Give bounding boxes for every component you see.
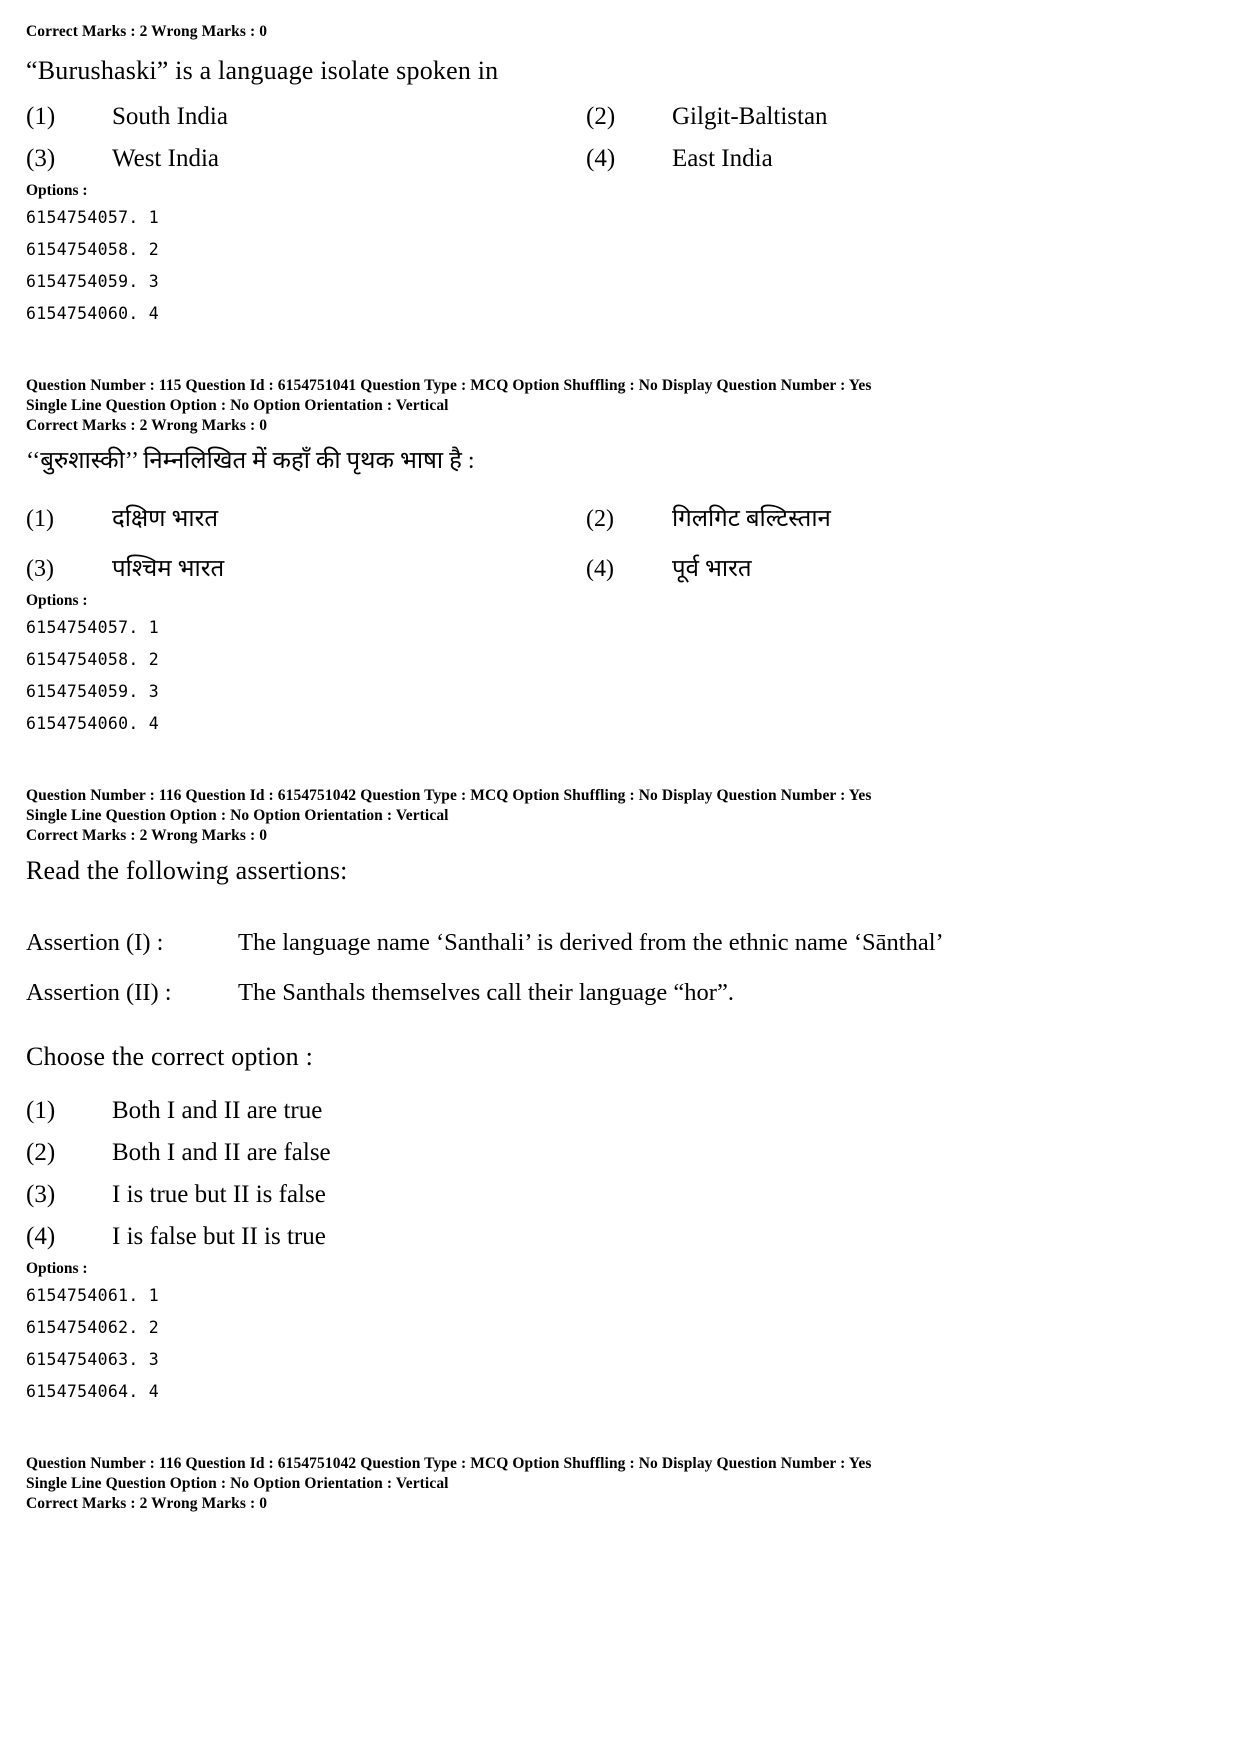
question-116-english-block: Read the following assertions: Assertion… [26,854,1214,1408]
q115-english-option-id-list: 6154754057. 1 6154754058. 2 6154754059. … [26,202,1214,330]
option-id-item: 6154754061. 1 [26,1286,160,1305]
q115-hindi-choice-2[interactable]: (2) गिलगिट बल्टिस्तान [586,502,1214,536]
assertion-2-value: The Santhals themselves call their langu… [238,979,734,1006]
question-116-metadata-footer-block: Question Number : 116 Question Id : 6154… [26,1454,1214,1514]
choice-number: (3) [26,1181,56,1208]
q116-metadata-marks-line: Correct Marks : 2 Wrong Marks : 0 [26,827,268,844]
q115-hindi-choice-3[interactable]: (3) पश्चिम भारत [26,552,586,586]
option-id-item: 6154754062. 2 [26,1318,160,1337]
option-id-item: 6154754057. 1 [26,618,160,637]
choice-label: गिलगिट बल्टिस्तान [672,506,831,532]
question-115-english-block: Correct Marks : 2 Wrong Marks : 0 “Burus… [26,22,1214,330]
q115-english-options-heading: Options : [26,182,88,199]
q116-choice-4[interactable]: (4) I is false but II is true [26,1220,586,1254]
q115-metadata-line-2: Single Line Question Option : No Option … [26,397,449,414]
q115-english-choice-row-2: (3) West India (4) East India [26,142,1214,176]
choice-label: Both I and II are false [112,1139,331,1166]
choice-number: (4) [26,1223,56,1250]
q116-option-id-list: 6154754061. 1 6154754062. 2 6154754063. … [26,1280,1214,1408]
choice-label: पश्चिम भारत [112,556,225,582]
q115-metadata-line-1: Question Number : 115 Question Id : 6154… [26,377,872,394]
q115-hindi-options-heading: Options : [26,592,88,609]
choice-label: Both I and II are true [112,1097,323,1124]
option-id-item: 6154754058. 2 [26,240,160,259]
choice-number: (3) [26,145,56,172]
q116-footer-marks-line: Correct Marks : 2 Wrong Marks : 0 [26,1495,268,1512]
option-id-item: 6154754060. 4 [26,714,160,733]
q116-assertion-1-row: Assertion (I) : The language name ‘Santh… [26,926,1214,960]
q115-english-marks-line: Correct Marks : 2 Wrong Marks : 0 [26,23,268,40]
q116-footer-metadata-line-1: Question Number : 116 Question Id : 6154… [26,1455,872,1472]
choice-number: (1) [26,506,54,532]
q115-hindi-option-id-list: 6154754057. 1 6154754058. 2 6154754059. … [26,612,1214,740]
q116-assertion-2-row: Assertion (II) : The Santhals themselves… [26,976,1214,1010]
exam-question-page: Correct Marks : 2 Wrong Marks : 0 “Burus… [0,0,1240,1754]
choice-label: Gilgit-Baltistan [672,103,828,130]
q116-metadata-line-2: Single Line Question Option : No Option … [26,807,449,824]
choice-number: (2) [586,103,616,130]
q116-choose-prompt: Choose the correct option : [26,1042,313,1071]
option-id-item: 6154754060. 4 [26,304,160,323]
q115-english-choice-2[interactable]: (2) Gilgit-Baltistan [586,100,1214,134]
assertion-1-value: The language name ‘Santhali’ is derived … [238,929,944,956]
q116-choice-3[interactable]: (3) I is true but II is false [26,1178,586,1212]
q115-hindi-question-text: ‘‘बुरुशास्की’’ निम्नलिखित में कहाँ की पृ… [26,448,475,474]
choice-number: (3) [26,556,54,582]
choice-label: दक्षिण भारत [112,506,219,532]
choice-number: (4) [586,556,614,582]
q116-footer-metadata-line-2: Single Line Question Option : No Option … [26,1475,449,1492]
choice-label: South India [112,103,228,130]
q116-metadata-line-1: Question Number : 116 Question Id : 6154… [26,787,872,804]
q116-options-heading: Options : [26,1260,88,1277]
q115-english-choice-3[interactable]: (3) West India [26,142,586,176]
assertion-1-key: Assertion (I) : [26,929,164,956]
choice-number: (2) [26,1139,56,1166]
q116-choice-row-4: (4) I is false but II is true [26,1220,1214,1254]
option-id-item: 6154754059. 3 [26,272,160,291]
q115-hindi-choice-1[interactable]: (1) दक्षिण भारत [26,502,586,536]
q115-hindi-choice-4[interactable]: (4) पूर्व भारत [586,552,1214,586]
question-115-hindi-block: ‘‘बुरुशास्की’’ निम्नलिखित में कहाँ की पृ… [26,444,1214,740]
option-id-item: 6154754063. 3 [26,1350,160,1369]
q116-choice-row-1: (1) Both I and II are true [26,1094,1214,1128]
q115-english-choice-row-1: (1) South India (2) Gilgit-Baltistan [26,100,1214,134]
choice-number: (1) [26,103,56,130]
choice-label: I is true but II is false [112,1181,326,1208]
question-115-metadata-block: Question Number : 115 Question Id : 6154… [26,376,1214,436]
q116-intro-text: Read the following assertions: [26,856,348,885]
option-id-item: 6154754059. 3 [26,682,160,701]
q115-metadata-marks-line: Correct Marks : 2 Wrong Marks : 0 [26,417,268,434]
q115-hindi-choice-row-2: (3) पश्चिम भारत (4) पूर्व भारत [26,552,1214,586]
assertion-2-key: Assertion (II) : [26,979,172,1006]
choice-number: (4) [586,145,616,172]
choice-label: East India [672,145,773,172]
q115-hindi-choice-row-1: (1) दक्षिण भारत (2) गिलगिट बल्टिस्तान [26,502,1214,536]
q115-english-choice-1[interactable]: (1) South India [26,100,586,134]
q115-english-question-text: “Burushaski” is a language isolate spoke… [26,56,499,85]
choice-label: West India [112,145,219,172]
option-id-item: 6154754064. 4 [26,1382,160,1401]
q116-choice-2[interactable]: (2) Both I and II are false [26,1136,586,1170]
choice-label: I is false but II is true [112,1223,326,1250]
choice-number: (2) [586,506,614,532]
q116-choice-row-2: (2) Both I and II are false [26,1136,1214,1170]
option-id-item: 6154754058. 2 [26,650,160,669]
question-116-metadata-block: Question Number : 116 Question Id : 6154… [26,786,1214,846]
q116-choice-row-3: (3) I is true but II is false [26,1178,1214,1212]
q115-english-choice-4[interactable]: (4) East India [586,142,1214,176]
option-id-item: 6154754057. 1 [26,208,160,227]
choice-label: पूर्व भारत [672,556,752,582]
choice-number: (1) [26,1097,56,1124]
q116-choice-1[interactable]: (1) Both I and II are true [26,1094,586,1128]
